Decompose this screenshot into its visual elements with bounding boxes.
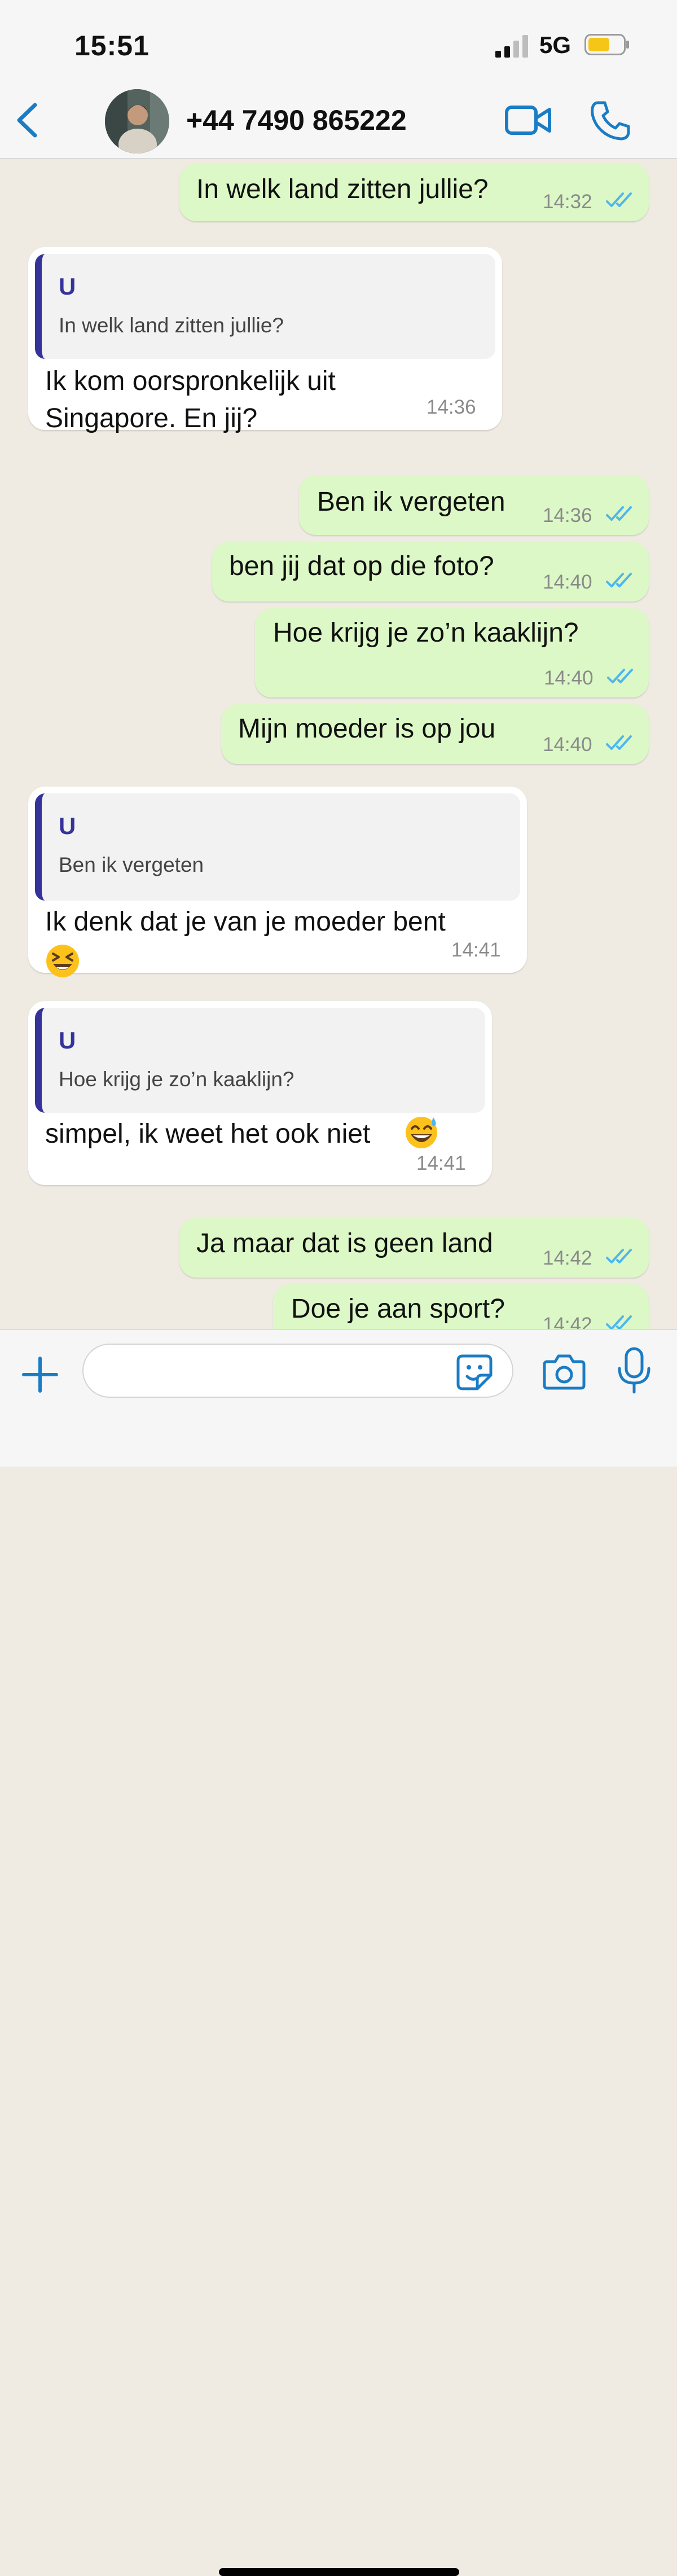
quoted-reply[interactable]: U In welk land zitten jullie? xyxy=(35,254,495,359)
message-time: 14:36 xyxy=(427,396,476,418)
cellular-signal-icon xyxy=(495,35,528,58)
message-time: 14:40 xyxy=(543,734,592,756)
quote-text: Hoe krijg je zo’n kaaklijn? xyxy=(59,1068,294,1091)
message-text-line2: Singapore. En jij? xyxy=(45,403,258,433)
message-input[interactable] xyxy=(82,1344,513,1398)
message-time: 14:42 xyxy=(543,1247,592,1269)
message-text: Mijn moeder is op jou xyxy=(238,714,496,744)
back-chevron-icon[interactable] xyxy=(11,100,45,140)
message-text-line1: Ik kom oorspronkelijk uit xyxy=(45,366,336,396)
received-message[interactable]: U Ben ik vergeten Ik denk dat je van je … xyxy=(28,787,527,977)
double-check-icon xyxy=(606,506,632,521)
video-call-icon[interactable] xyxy=(504,102,552,139)
double-check-icon xyxy=(606,573,632,587)
battery-icon xyxy=(584,34,629,55)
double-check-icon xyxy=(607,669,633,683)
message-text: ben jij dat op die foto? xyxy=(229,551,494,581)
sent-message[interactable]: Ja maar dat is geen land 14:42 xyxy=(179,1218,649,1278)
message-text: Doe je aan sport? xyxy=(291,1294,505,1324)
status-time: 15:51 xyxy=(74,30,150,62)
message-composer xyxy=(0,1329,677,2576)
avatar[interactable] xyxy=(105,89,169,153)
sent-message[interactable]: Ben ik vergeten 14:36 xyxy=(299,475,649,535)
message-time: 14:36 xyxy=(543,504,592,526)
message-text: simpel, ik weet het ook niet xyxy=(45,1119,371,1149)
message-time: 14:32 xyxy=(543,191,592,213)
contact-name[interactable]: +44 7490 865222 xyxy=(186,104,407,137)
network-type: 5G xyxy=(539,32,572,58)
quote-author: U xyxy=(59,273,76,300)
message-time: 14:40 xyxy=(543,571,592,593)
message-text: Ben ik vergeten xyxy=(317,487,505,517)
sticker-icon[interactable] xyxy=(456,1354,493,1391)
double-check-icon xyxy=(606,1249,632,1263)
laughing-squinting-face-icon xyxy=(46,945,79,977)
grinning-face-with-sweat-icon xyxy=(406,1117,437,1148)
quote-author: U xyxy=(59,813,76,839)
message-text: Ja maar dat is geen land xyxy=(196,1228,493,1258)
double-check-icon xyxy=(606,192,632,207)
quote-author: U xyxy=(59,1027,76,1054)
sent-message[interactable]: Doe je aan sport? 14:42 xyxy=(273,1284,649,1329)
phone-icon[interactable] xyxy=(589,99,632,142)
sent-message[interactable]: Mijn moeder is op jou 14:40 xyxy=(221,704,649,764)
message-time: 14:41 xyxy=(416,1152,466,1174)
home-indicator xyxy=(219,2568,459,2576)
received-message[interactable]: U Hoe krijg je zo’n kaaklijn? simpel, ik… xyxy=(28,1001,492,1185)
quoted-reply[interactable]: U Hoe krijg je zo’n kaaklijn? xyxy=(35,1008,485,1113)
message-time: 14:41 xyxy=(451,939,501,961)
message-time: 14:40 xyxy=(544,667,594,689)
avatar-photo xyxy=(105,89,169,153)
message-text: Hoe krijg je zo’n kaaklijn? xyxy=(273,618,579,648)
sent-message[interactable]: ben jij dat op die foto? 14:40 xyxy=(212,542,649,602)
quote-text: Ben ik vergeten xyxy=(59,853,204,876)
sent-message[interactable]: Hoe krijg je zo’n kaaklijn? 14:40 xyxy=(255,608,649,697)
received-message[interactable]: U In welk land zitten jullie? Ik kom oor… xyxy=(28,247,502,433)
quote-text: In welk land zitten jullie? xyxy=(59,314,284,337)
double-check-icon xyxy=(606,735,632,750)
chat-header: +44 7490 865222 xyxy=(0,85,677,159)
chat-messages[interactable]: In welk land zitten jullie? 14:32 U In w… xyxy=(0,159,677,1329)
quoted-reply[interactable]: U Ben ik vergeten xyxy=(35,793,520,901)
plus-icon[interactable] xyxy=(20,1355,60,1394)
message-text: In welk land zitten jullie? xyxy=(196,174,489,204)
status-bar: 15:51 5G xyxy=(0,0,677,85)
microphone-icon[interactable] xyxy=(616,1347,652,1394)
double-check-icon xyxy=(606,1315,632,1329)
message-text: Ik denk dat je van je moeder bent xyxy=(45,907,446,937)
camera-icon[interactable] xyxy=(543,1353,586,1390)
sent-message[interactable]: In welk land zitten jullie? 14:32 xyxy=(179,164,649,221)
message-time: 14:42 xyxy=(543,1314,592,1329)
